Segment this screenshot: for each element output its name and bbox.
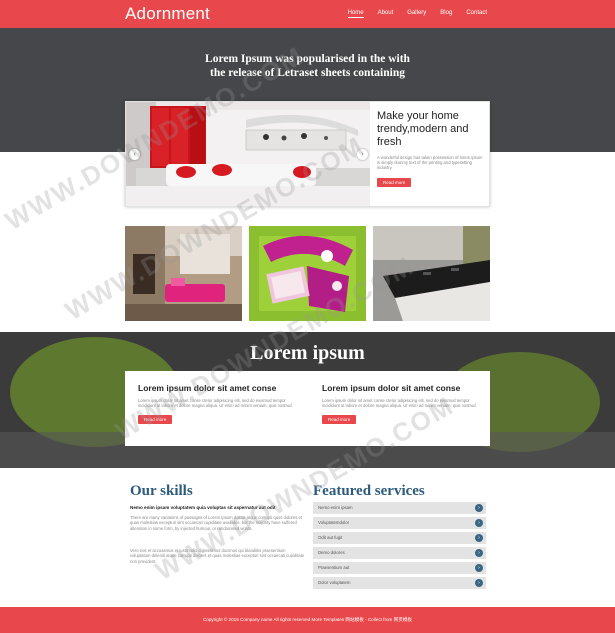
nav-about[interactable]: About: [378, 10, 394, 18]
chevron-right-icon[interactable]: ›: [357, 149, 368, 160]
image-slider: ‹ › Make your home trendy,modern and fre…: [125, 101, 490, 207]
service-label: Odit aut fugit: [318, 535, 343, 540]
read-more-button[interactable]: Read more: [138, 415, 173, 425]
read-more-button[interactable]: Read more: [377, 177, 412, 187]
chevron-right-icon: ›: [475, 504, 483, 512]
service-label: Praesentium aut: [318, 565, 350, 570]
service-label: Voluptatemdolor: [318, 520, 350, 525]
column-text: Lorem ipsum dolor sit amet conse ctetur …: [322, 398, 477, 409]
chevron-right-icon: ›: [475, 564, 483, 572]
band-title: Lorem ipsum: [250, 342, 365, 364]
chevron-right-icon: ›: [475, 534, 483, 542]
band-card: Lorem ipsum dolor sit amet conse Lorem i…: [125, 371, 490, 446]
footer-copyright: Copyright © 2015 Company name All rights…: [202, 617, 413, 622]
gallery-image-bedroom[interactable]: [125, 226, 242, 321]
hero-title: Lorem Ipsum was popularised in the with …: [205, 53, 410, 79]
nav-home[interactable]: Home: [347, 10, 364, 18]
site-logo[interactable]: Adornment: [125, 4, 210, 24]
slide-image-living-room: [126, 102, 370, 206]
nav-contact[interactable]: Contact: [466, 10, 487, 18]
read-more-button[interactable]: Read more: [322, 415, 357, 425]
chevron-right-icon: ›: [475, 549, 483, 557]
slide-heading: Make your home trendy,modern and fresh: [377, 110, 469, 148]
service-item[interactable]: Voluptatemdolor ›: [313, 517, 486, 529]
nav-gallery[interactable]: Gallery: [407, 10, 426, 18]
chevron-left-icon[interactable]: ‹: [129, 149, 140, 160]
service-item[interactable]: Demo dolores ›: [313, 547, 486, 559]
service-item[interactable]: Nemo enim ipsam ›: [313, 502, 486, 514]
service-label: Dolor voluptatem: [318, 580, 351, 585]
band-column-1: Lorem ipsum dolor sit amet conse Lorem i…: [138, 383, 293, 426]
services-list: Nemo enim ipsam › Voluptatemdolor › Odit…: [313, 502, 486, 592]
site-header: Adornment Home About Gallery Blog Contac…: [0, 0, 615, 28]
chevron-right-icon: ›: [475, 579, 483, 587]
column-text: Lorem ipsum dolor sit amet conse ctetur …: [138, 398, 293, 409]
gallery-image-kitchen[interactable]: [373, 226, 490, 321]
column-heading: Lorem ipsum dolor sit amet conse: [322, 383, 461, 393]
skills-subtitle: Nemo enim ipsam voluptatem quia voluptas…: [130, 505, 276, 510]
skills-paragraph: There are many variations of passages of…: [130, 515, 303, 531]
services-title: Featured services: [313, 483, 425, 499]
main-nav: Home About Gallery Blog Contact: [347, 10, 487, 18]
gallery-image-lounge[interactable]: [249, 226, 366, 321]
service-label: Demo dolores: [318, 550, 345, 555]
skills-title: Our skills: [130, 483, 193, 499]
slide-description: A wonderful design has taken possession …: [377, 155, 483, 171]
gallery: [125, 226, 490, 321]
service-item[interactable]: Dolor voluptatem ›: [313, 577, 486, 589]
slide-caption: Make your home trendy,modern and fresh A…: [377, 110, 485, 189]
service-label: Nemo enim ipsam: [318, 505, 353, 510]
skills-paragraph: Vero eos et accusamus et iusto odio dign…: [130, 548, 305, 564]
nav-blog[interactable]: Blog: [440, 10, 452, 18]
column-heading: Lorem ipsum dolor sit amet conse: [138, 383, 277, 393]
service-item[interactable]: Praesentium aut ›: [313, 562, 486, 574]
service-item[interactable]: Odit aut fugit ›: [313, 532, 486, 544]
band-column-2: Lorem ipsum dolor sit amet conse Lorem i…: [322, 383, 477, 426]
chevron-right-icon: ›: [475, 519, 483, 527]
site-footer: Copyright © 2015 Company name All rights…: [0, 607, 615, 633]
